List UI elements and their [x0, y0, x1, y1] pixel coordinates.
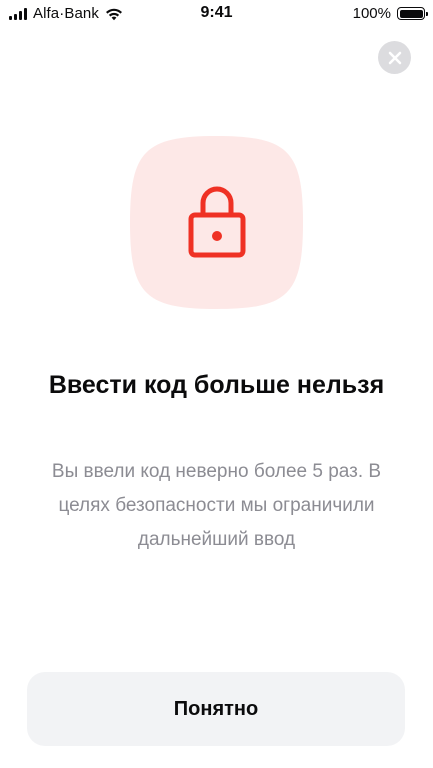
screen: Alfa·Bank 9:41 100% Ввести код больше не… — [0, 0, 433, 768]
understood-button[interactable]: Понятно — [27, 672, 405, 746]
dialog-title: Ввести код больше нельзя — [48, 371, 385, 399]
battery-icon — [397, 7, 428, 20]
dialog-description: Вы ввели код неверно более 5 раз. В целя… — [51, 461, 382, 550]
status-bar: Alfa·Bank 9:41 100% — [0, 0, 433, 30]
battery-cap — [426, 11, 428, 16]
battery-fill — [399, 9, 423, 18]
close-icon — [388, 51, 401, 64]
status-bar-right: 100% — [352, 5, 428, 22]
lock-illustration — [130, 136, 303, 309]
lock-icon — [188, 186, 246, 258]
close-button[interactable] — [378, 41, 411, 74]
battery-percent: 100% — [352, 5, 391, 22]
